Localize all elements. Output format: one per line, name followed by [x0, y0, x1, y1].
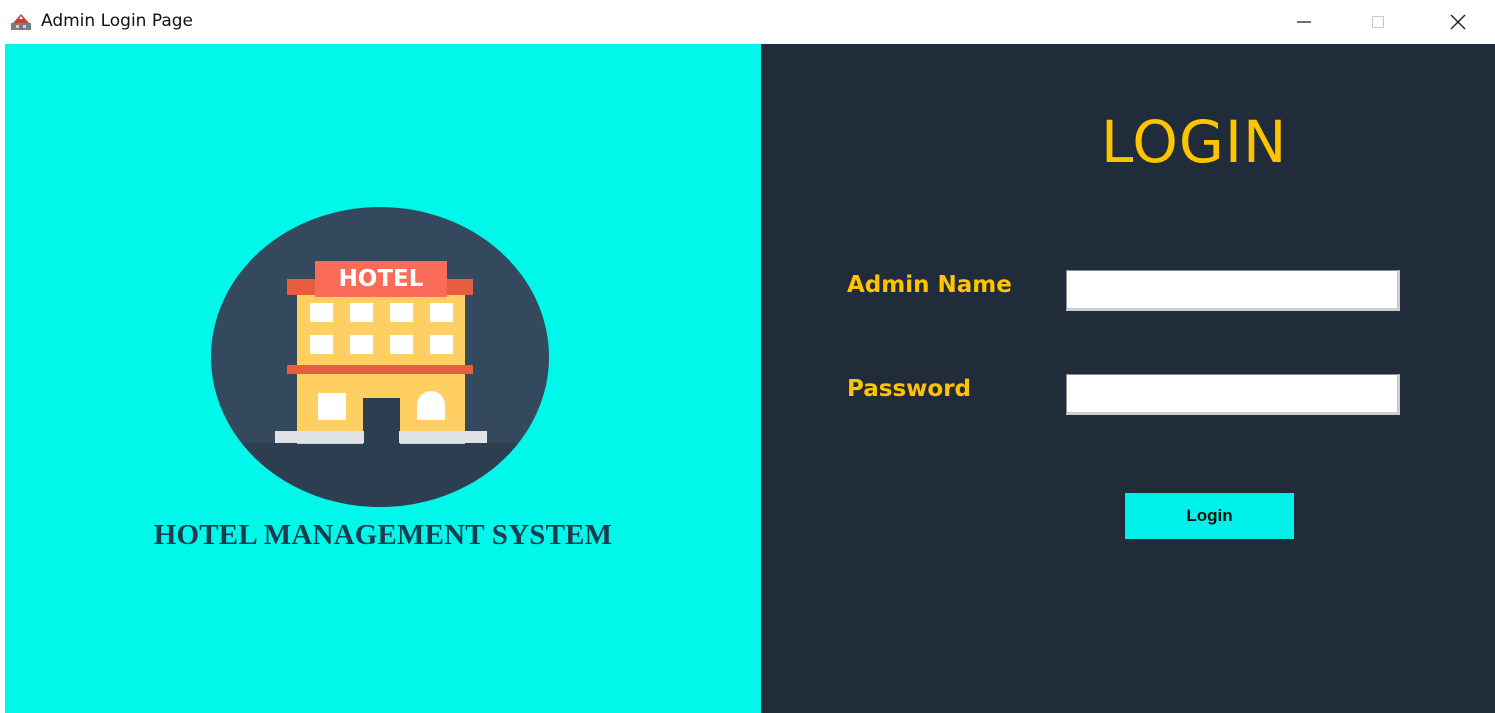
hotel-sign: HOTEL	[339, 266, 424, 292]
password-field[interactable]	[1066, 374, 1400, 415]
minimize-button[interactable]	[1281, 0, 1327, 44]
login-button[interactable]: Login	[1125, 493, 1294, 539]
password-label: Password	[847, 376, 971, 402]
close-button[interactable]	[1435, 0, 1481, 44]
branding-panel: HOTEL HOTEL MANAGEMENT SYSTEM	[5, 44, 761, 713]
java-app-icon	[10, 11, 32, 31]
admin-name-field[interactable]	[1066, 270, 1400, 311]
login-heading: LOGIN	[1101, 108, 1288, 176]
minimize-icon	[1297, 21, 1311, 23]
login-panel: LOGIN Admin Name Password Login	[761, 44, 1495, 713]
window-title: Admin Login Page	[41, 11, 194, 31]
hotel-building-icon: HOTEL	[210, 207, 550, 507]
maximize-button[interactable]	[1355, 0, 1401, 44]
maximize-icon	[1372, 16, 1384, 28]
admin-name-label: Admin Name	[847, 272, 1012, 298]
close-icon	[1450, 14, 1466, 30]
brand-title: HOTEL MANAGEMENT SYSTEM	[153, 519, 613, 551]
title-bar: Admin Login Page	[0, 0, 1495, 44]
